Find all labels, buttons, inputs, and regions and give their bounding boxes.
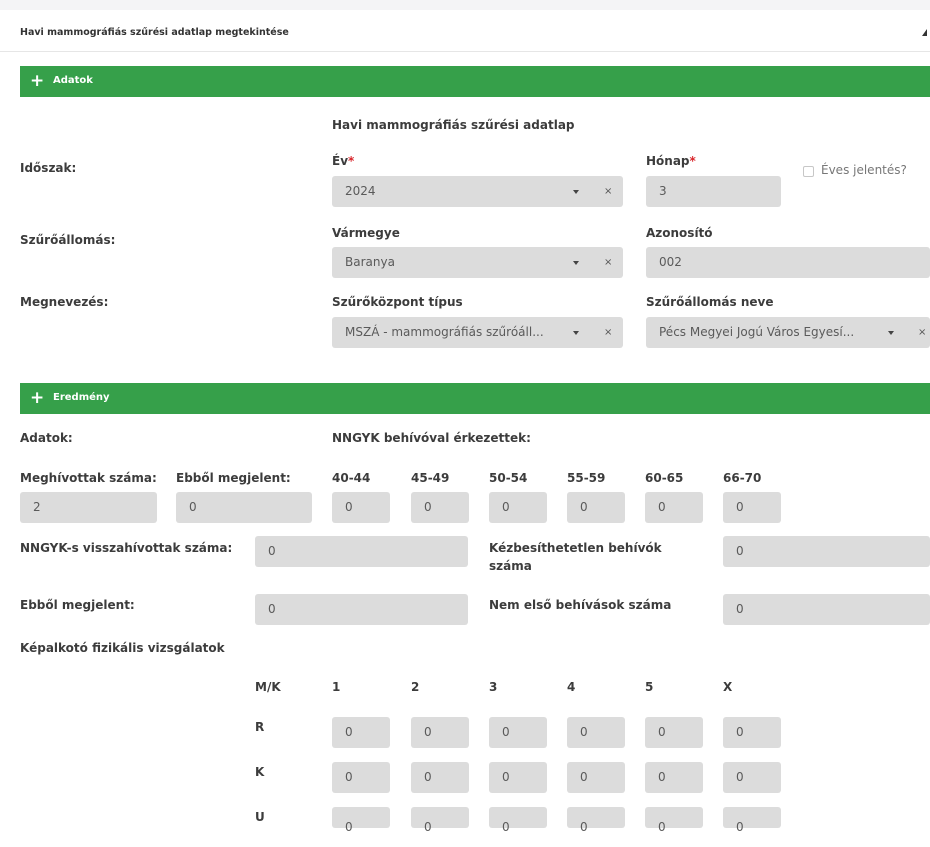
grid-cell-input[interactable]: 0 [723, 807, 781, 834]
visszahivottak-input[interactable]: 0 [255, 536, 468, 567]
grid-column-label: 5 [645, 680, 654, 694]
ebbol-megjelent2-input[interactable]: 0 [255, 594, 468, 625]
panel-title: Havi mammográfiás szűrési adatlap megtek… [20, 27, 289, 38]
allomas-neve-label: Szűrőállomás neve [646, 295, 774, 309]
megnevezes-label: Megnevezés: [20, 295, 109, 309]
nem-elso-input[interactable]: 0 [723, 594, 930, 625]
azonosito-input[interactable]: 002 [646, 247, 930, 278]
age-group-input[interactable]: 0 [567, 492, 625, 523]
eredmeny-adatok-label: Adatok: [20, 431, 73, 445]
age-group-input[interactable]: 0 [723, 492, 781, 523]
kezbesithetetlen-input[interactable]: 0 [723, 536, 930, 567]
ev-select[interactable]: 2024 × [332, 176, 623, 207]
kozpont-tipus-select-value: MSZÁ - mammográfiás szűróáll... [345, 325, 544, 339]
grid-cell-input[interactable]: 0 [411, 717, 469, 748]
grid-cell-input[interactable]: 0 [411, 762, 469, 793]
required-mark: * [348, 154, 355, 168]
honap-input[interactable]: 3 [646, 176, 781, 207]
clear-icon[interactable]: × [918, 317, 926, 348]
grid-cell-input[interactable]: 0 [645, 717, 703, 748]
plus-icon: + [30, 71, 45, 91]
grid-cell-input[interactable]: 0 [332, 807, 390, 834]
chevron-down-icon[interactable] [573, 190, 579, 194]
grid-row-label: K [255, 765, 265, 779]
kezbesithetetlen-label-line1: Kézbesíthetetlen behívók [489, 541, 662, 555]
age-group-label: 50-54 [489, 471, 528, 485]
grid-cell-input[interactable]: 0 [489, 807, 547, 834]
varmegye-select-value: Baranya [345, 255, 395, 269]
grid-column-label: 4 [567, 680, 576, 694]
clear-icon[interactable]: × [604, 176, 612, 207]
honap-label: Hónap* [646, 154, 696, 168]
age-group-label: 55-59 [567, 471, 606, 485]
plus-icon: + [30, 388, 45, 408]
grid-cell-input[interactable]: 0 [567, 807, 625, 834]
ebbol-megjelent-label: Ebből megjelent: [176, 471, 291, 485]
section-adatok-header[interactable]: + Adatok [20, 66, 930, 97]
age-group-input[interactable]: 0 [332, 492, 390, 523]
idoszak-label: Időszak: [20, 161, 77, 175]
ev-label: Év* [332, 154, 355, 168]
grid-column-label: X [723, 680, 733, 694]
grid-cell-input[interactable]: 0 [645, 762, 703, 793]
grid-cell-input[interactable]: 0 [723, 762, 781, 793]
grid-cell-input[interactable]: 0 [411, 807, 469, 834]
grid-row-label: R [255, 720, 265, 734]
varmegye-select[interactable]: Baranya × [332, 247, 623, 278]
grid-cell-input[interactable]: 0 [332, 762, 390, 793]
grid-cell-input[interactable]: 0 [567, 762, 625, 793]
grid-column-label: 3 [489, 680, 498, 694]
meghivottak-label: Meghívottak száma: [20, 471, 157, 485]
grid-cell-input[interactable]: 0 [723, 717, 781, 748]
age-group-label: 60-65 [645, 471, 684, 485]
section-eredmeny-title: Eredmény [53, 392, 110, 403]
age-group-label: 40-44 [332, 471, 371, 485]
kozpont-tipus-select[interactable]: MSZÁ - mammográfiás szűróáll... × [332, 317, 623, 348]
chevron-down-icon[interactable] [888, 331, 894, 335]
nem-elso-label: Nem első behívások száma [489, 598, 672, 612]
allomas-neve-select[interactable]: Pécs Megyei Jogú Város Egyesí... × [646, 317, 930, 348]
section-eredmeny-header[interactable]: + Eredmény [20, 383, 930, 414]
eves-jelentes-checkbox[interactable] [803, 166, 814, 177]
form-heading: Havi mammográfiás szűrési adatlap [332, 118, 575, 132]
grid-row-label: U [255, 810, 265, 824]
age-group-input[interactable]: 0 [489, 492, 547, 523]
azonosito-label: Azonosító [646, 226, 713, 240]
ebbol-megjelent-input[interactable]: 0 [176, 492, 312, 523]
chevron-down-icon[interactable] [573, 331, 579, 335]
visszahivottak-label: NNGYK-s visszahívottak száma: [20, 541, 233, 555]
grid-corner-label: M/K [255, 680, 281, 694]
kepalkoto-label: Képalkotó fizikális vizsgálatok [20, 641, 225, 655]
required-mark: * [689, 154, 696, 168]
grid-cell-input[interactable]: 0 [645, 807, 703, 834]
section-adatok-title: Adatok [53, 75, 93, 86]
varmegye-label: Vármegye [332, 226, 400, 240]
age-group-input[interactable]: 0 [411, 492, 469, 523]
nngyk-label: NNGYK behívóval érkezettek: [332, 431, 531, 445]
top-strip [0, 0, 930, 10]
grid-cell-input[interactable]: 0 [489, 717, 547, 748]
eves-jelentes-label: Éves jelentés? [821, 163, 907, 177]
clear-icon[interactable]: × [604, 247, 612, 278]
grid-column-label: 1 [332, 680, 341, 694]
ebbol-megjelent2-label: Ebből megjelent: [20, 598, 135, 612]
meghivottak-input[interactable]: 2 [20, 492, 157, 523]
ev-select-value: 2024 [345, 184, 376, 198]
grid-cell-input[interactable]: 0 [567, 717, 625, 748]
kezbesithetetlen-label-line2: száma [489, 559, 532, 573]
collapse-triangle-icon[interactable] [922, 29, 927, 36]
age-group-input[interactable]: 0 [645, 492, 703, 523]
szuroallomas-label: Szűrőállomás: [20, 233, 116, 247]
grid-column-label: 2 [411, 680, 420, 694]
kozpont-tipus-label: Szűrőközpont típus [332, 295, 463, 309]
clear-icon[interactable]: × [604, 317, 612, 348]
grid-cell-input[interactable]: 0 [489, 762, 547, 793]
chevron-down-icon[interactable] [573, 261, 579, 265]
allomas-neve-select-value: Pécs Megyei Jogú Város Egyesí... [659, 325, 855, 339]
age-group-label: 66-70 [723, 471, 762, 485]
grid-cell-input[interactable]: 0 [332, 717, 390, 748]
age-group-label: 45-49 [411, 471, 450, 485]
